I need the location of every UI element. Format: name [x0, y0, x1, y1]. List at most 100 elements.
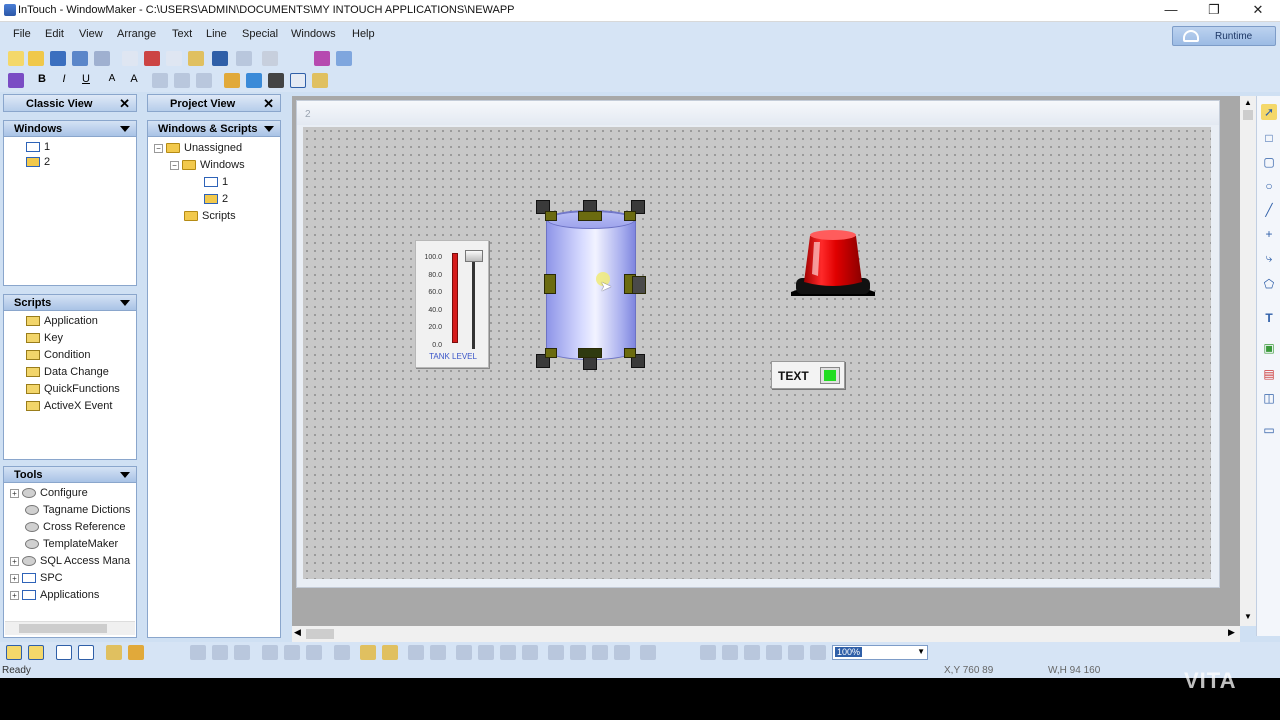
inner-handle-nw[interactable] [545, 211, 557, 221]
zoom-select[interactable]: 100% ▼ [832, 645, 928, 660]
scroll-up-icon[interactable]: ▲ [1244, 98, 1252, 107]
align-center-icon[interactable] [174, 73, 190, 88]
inner-handle-n[interactable] [578, 211, 602, 221]
tools-hscrollbar[interactable] [5, 621, 135, 635]
menu-help[interactable]: Help [352, 28, 375, 40]
space-vertical-icon[interactable] [430, 645, 446, 660]
pen-icon[interactable] [128, 645, 144, 660]
inner-handle-s[interactable] [578, 348, 602, 358]
make-cell-icon[interactable] [456, 645, 472, 660]
menu-view[interactable]: View [79, 28, 103, 40]
rotate-ccw-icon[interactable] [570, 645, 586, 660]
fill-color-icon[interactable] [246, 73, 262, 88]
line-color-icon[interactable] [224, 73, 240, 88]
new-icon[interactable] [8, 51, 24, 66]
text-color-icon[interactable] [268, 73, 284, 88]
inner-handle-sw[interactable] [545, 348, 557, 358]
scroll-thumb[interactable] [306, 629, 334, 639]
close-project-view-icon[interactable]: ✕ [263, 96, 274, 112]
selection-tool-icon[interactable]: ➚ [1261, 104, 1277, 120]
send-to-back-icon[interactable] [382, 645, 398, 660]
flip-horizontal-icon[interactable] [592, 645, 608, 660]
copy-icon[interactable] [122, 51, 138, 66]
zoom-dropdown-icon[interactable]: ▼ [917, 647, 925, 656]
window-properties-icon[interactable] [78, 645, 94, 660]
align-middle-icon[interactable] [284, 645, 300, 660]
realtime-trend-tool-icon[interactable]: ▤ [1261, 366, 1277, 382]
font-icon[interactable] [8, 73, 24, 88]
menu-arrange[interactable]: Arrange [117, 28, 156, 40]
resize-handle-w[interactable] [544, 274, 556, 294]
grid-toggle-icon[interactable] [106, 645, 122, 660]
scroll-thumb[interactable] [19, 624, 107, 633]
button-tool-icon[interactable]: ▭ [1261, 422, 1277, 438]
paste-icon[interactable] [188, 51, 204, 66]
outer-handle-e[interactable] [632, 276, 646, 294]
align-centers-icon[interactable] [334, 645, 350, 660]
save-icon[interactable] [50, 51, 66, 66]
windows-scripts-caret-icon[interactable] [264, 126, 274, 132]
list-item[interactable]: Cross Reference [10, 519, 136, 536]
wizard-icon[interactable] [336, 51, 352, 66]
menu-file[interactable]: File [13, 28, 31, 40]
canvas-horizontal-scrollbar[interactable]: ◀ ▶ [292, 626, 1240, 642]
zoom-normal-icon[interactable] [744, 645, 760, 660]
rounded-rectangle-tool-icon[interactable]: ▢ [1261, 154, 1277, 170]
full-screen-icon[interactable] [56, 645, 72, 660]
list-item[interactable]: Key [26, 330, 136, 347]
list-item[interactable]: Condition [26, 347, 136, 364]
scripts-section-header[interactable]: Scripts [4, 295, 136, 311]
expand-icon[interactable]: + [10, 556, 19, 566]
window-color-icon[interactable] [290, 73, 306, 88]
scripts-caret-icon[interactable] [120, 300, 130, 306]
underline-icon[interactable]: U [78, 73, 94, 88]
zoom-to-fit-icon[interactable] [766, 645, 782, 660]
tank-cylinder[interactable] [546, 210, 636, 360]
menu-line[interactable]: Line [206, 28, 227, 40]
list-item[interactable]: + SQL Access Mana [10, 553, 136, 570]
tank-level-slider[interactable]: 100.0 80.0 60.0 40.0 20.0 0.0 TANK LEVEL [415, 240, 489, 368]
menu-edit[interactable]: Edit [45, 28, 64, 40]
canvas-vertical-scrollbar[interactable]: ▲ ▼ [1240, 96, 1256, 626]
font-smaller-icon[interactable]: A [104, 73, 120, 88]
list-item[interactable]: Data Change [26, 364, 136, 381]
classic-view-toggle-icon[interactable] [6, 645, 22, 660]
tree-item-window-1[interactable]: 1 [154, 174, 280, 191]
undo-icon[interactable] [212, 51, 228, 66]
tree-item-window-2[interactable]: 2 [154, 191, 280, 208]
list-item[interactable]: Application [26, 313, 136, 330]
collapse-icon[interactable]: − [154, 143, 163, 153]
scroll-right-icon[interactable]: ▶ [1228, 627, 1235, 638]
ellipse-tool-icon[interactable]: ○ [1261, 178, 1277, 194]
list-item[interactable]: + Applications [10, 587, 136, 604]
list-item[interactable]: TemplateMaker [10, 536, 136, 553]
line-tool-icon[interactable]: ╱ [1261, 202, 1277, 218]
open-icon[interactable] [28, 51, 44, 66]
polyline-tool-icon[interactable]: ⤷ [1261, 250, 1277, 266]
tree-item-unassigned[interactable]: − Unassigned [154, 140, 280, 157]
duplicate-icon[interactable] [166, 51, 182, 66]
align-left-icon[interactable] [152, 73, 168, 88]
align-right-objects-icon[interactable] [234, 645, 250, 660]
align-left-objects-icon[interactable] [190, 645, 206, 660]
space-horizontal-icon[interactable] [408, 645, 424, 660]
tools-section-header[interactable]: Tools [4, 467, 136, 483]
text-indicator[interactable]: TEXT [771, 361, 845, 389]
italic-icon[interactable]: I [56, 73, 72, 88]
resize-handle-s[interactable] [583, 356, 597, 370]
cut-icon[interactable] [144, 51, 160, 66]
slider-thumb[interactable] [465, 250, 483, 262]
align-top-icon[interactable] [262, 645, 278, 660]
list-item[interactable]: ActiveX Event [26, 398, 136, 415]
align-bottom-icon[interactable] [306, 645, 322, 660]
tools-caret-icon[interactable] [120, 472, 130, 478]
tree-item-windows[interactable]: − Windows [154, 157, 280, 174]
historical-trend-tool-icon[interactable]: ◫ [1261, 390, 1277, 406]
rotate-cw-icon[interactable] [548, 645, 564, 660]
windows-section-header[interactable]: Windows [4, 121, 136, 137]
align-center-objects-icon[interactable] [212, 645, 228, 660]
find-icon[interactable] [262, 51, 278, 66]
list-item[interactable]: + SPC [10, 570, 136, 587]
save-all-icon[interactable] [72, 51, 88, 66]
windows-scripts-header[interactable]: Windows & Scripts [148, 121, 280, 137]
